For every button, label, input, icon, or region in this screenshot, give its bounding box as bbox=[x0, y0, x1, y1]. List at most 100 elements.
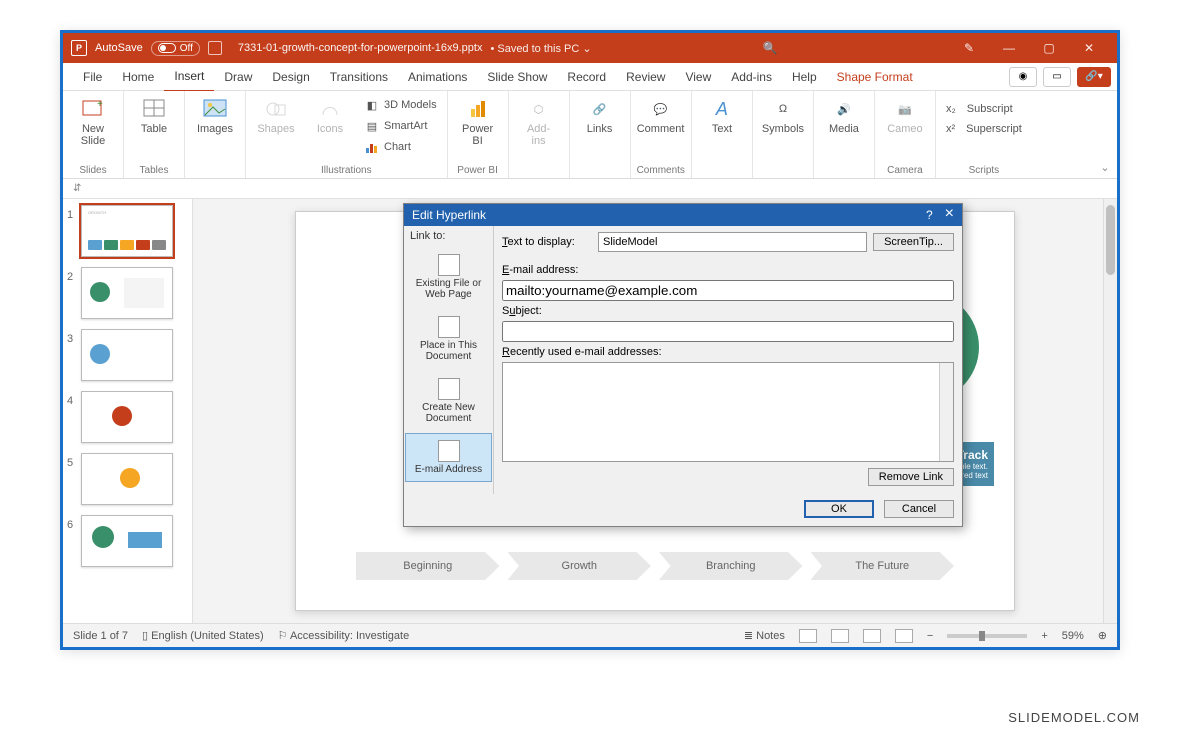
text-button[interactable]: A Text bbox=[698, 95, 746, 135]
record-button[interactable]: ◉ bbox=[1009, 67, 1037, 87]
maximize-button[interactable]: ▢ bbox=[1029, 41, 1069, 55]
ok-button[interactable]: OK bbox=[804, 500, 874, 518]
workspace: 1GROWTH 2 3 4 5 6 Track ample text. esir… bbox=[63, 199, 1117, 623]
minimize-button[interactable]: — bbox=[989, 41, 1029, 55]
thumb-3[interactable] bbox=[81, 329, 173, 381]
accessibility-status[interactable]: ⚐ Accessibility: Investigate bbox=[278, 629, 410, 642]
share-button[interactable]: 🔗▾ bbox=[1077, 67, 1111, 87]
symbols-button[interactable]: Ω Symbols bbox=[759, 95, 807, 135]
linkto-email[interactable]: E-mail Address bbox=[405, 433, 492, 482]
screentip-button[interactable]: ScreenTip... bbox=[873, 233, 954, 251]
zoom-out-button[interactable]: − bbox=[927, 630, 933, 642]
text-to-display-input[interactable] bbox=[598, 232, 867, 252]
recent-emails-listbox[interactable] bbox=[502, 362, 954, 462]
group-label-comments: Comments bbox=[637, 163, 685, 176]
dialog-help-button[interactable]: ? bbox=[926, 208, 933, 222]
tab-addins[interactable]: Add-ins bbox=[721, 63, 782, 91]
shapes-button[interactable]: Shapes bbox=[252, 95, 300, 135]
notes-button[interactable]: ≣ Notes bbox=[744, 629, 785, 642]
listbox-scrollbar[interactable] bbox=[939, 363, 953, 461]
autosave-toggle[interactable]: Off bbox=[151, 41, 200, 56]
addins-icon: ⬡ bbox=[527, 97, 551, 121]
thumb-1[interactable]: GROWTH bbox=[81, 205, 173, 257]
tab-transitions[interactable]: Transitions bbox=[320, 63, 398, 91]
tab-review[interactable]: Review bbox=[616, 63, 675, 91]
tab-slideshow[interactable]: Slide Show bbox=[477, 63, 557, 91]
3d-models-button[interactable]: ◧3D Models bbox=[360, 95, 441, 115]
app-window: P AutoSave Off 7331-01-growth-concept-fo… bbox=[60, 30, 1120, 650]
zoom-slider[interactable] bbox=[947, 634, 1027, 638]
save-icon[interactable] bbox=[208, 41, 222, 55]
present-button[interactable]: ▭ bbox=[1043, 67, 1071, 87]
tab-design[interactable]: Design bbox=[262, 63, 319, 91]
linkto-existing-file[interactable]: Existing File or Web Page bbox=[405, 247, 492, 307]
tab-insert[interactable]: Insert bbox=[164, 62, 214, 92]
dialog-titlebar[interactable]: Edit Hyperlink ? × bbox=[404, 204, 962, 226]
saved-status[interactable]: • Saved to this PC ⌄ bbox=[490, 42, 591, 55]
smartart-button[interactable]: ▤SmartArt bbox=[360, 116, 441, 136]
subscript-button[interactable]: x₂ Subscript bbox=[942, 101, 1017, 117]
tab-view[interactable]: View bbox=[675, 63, 721, 91]
tab-home[interactable]: Home bbox=[112, 63, 164, 91]
link-to-label: Link to: bbox=[404, 226, 493, 246]
table-button[interactable]: Table bbox=[130, 95, 178, 135]
powerpoint-icon: P bbox=[71, 40, 87, 56]
slide-thumbnails[interactable]: 1GROWTH 2 3 4 5 6 bbox=[63, 199, 193, 623]
group-label-text bbox=[698, 174, 746, 176]
email-address-input[interactable] bbox=[502, 280, 954, 301]
view-normal-button[interactable] bbox=[799, 629, 817, 643]
fit-button[interactable]: ⊕ bbox=[1098, 629, 1107, 642]
thumb-6[interactable] bbox=[81, 515, 173, 567]
view-reading-button[interactable] bbox=[863, 629, 881, 643]
arrow-branching[interactable]: Branching bbox=[659, 552, 803, 580]
tab-animations[interactable]: Animations bbox=[398, 63, 477, 91]
shapes-icon bbox=[264, 97, 288, 121]
media-button[interactable]: 🔊 Media bbox=[820, 95, 868, 135]
dialog-close-button[interactable]: × bbox=[945, 208, 954, 222]
icons-button[interactable]: Icons bbox=[306, 95, 354, 135]
arrow-growth[interactable]: Growth bbox=[508, 552, 652, 580]
pencil-icon[interactable]: ✎ bbox=[949, 41, 989, 55]
smartart-icon: ▤ bbox=[364, 118, 380, 134]
tab-draw[interactable]: Draw bbox=[214, 63, 262, 91]
search-icon[interactable]: 🔍 bbox=[750, 41, 790, 55]
thumb-5[interactable] bbox=[81, 453, 173, 505]
zoom-in-button[interactable]: + bbox=[1041, 630, 1047, 642]
linkto-place-in-doc[interactable]: Place in This Document bbox=[405, 309, 492, 369]
autosave-state: Off bbox=[180, 43, 193, 54]
cancel-button[interactable]: Cancel bbox=[884, 500, 954, 518]
ribbon-collapse-button[interactable]: ⌄ bbox=[1093, 91, 1117, 178]
subject-input[interactable] bbox=[502, 321, 954, 342]
close-button[interactable]: ✕ bbox=[1069, 41, 1109, 55]
qat-more-icon[interactable]: ⇵ bbox=[73, 183, 81, 194]
view-slideshow-button[interactable] bbox=[895, 629, 913, 643]
superscript-button[interactable]: x² Superscript bbox=[942, 121, 1026, 137]
arrow-future[interactable]: The Future bbox=[811, 552, 955, 580]
thumb-2[interactable] bbox=[81, 267, 173, 319]
tab-record[interactable]: Record bbox=[557, 63, 616, 91]
arrow-beginning[interactable]: Beginning bbox=[356, 552, 500, 580]
language-status[interactable]: ▯ English (United States) bbox=[142, 629, 264, 642]
thumb-4[interactable] bbox=[81, 391, 173, 443]
view-sorter-button[interactable] bbox=[831, 629, 849, 643]
canvas-scrollbar[interactable] bbox=[1103, 199, 1117, 623]
slide-counter[interactable]: Slide 1 of 7 bbox=[73, 630, 128, 642]
link-to-column: Link to: Existing File or Web Page Place… bbox=[404, 226, 494, 494]
table-icon bbox=[142, 97, 166, 121]
links-button[interactable]: 🔗 Links bbox=[576, 95, 624, 135]
group-label-media bbox=[820, 174, 868, 176]
powerbi-button[interactable]: Power BI bbox=[454, 95, 502, 147]
tab-shape-format[interactable]: Shape Format bbox=[827, 63, 923, 91]
cameo-button[interactable]: 📷 Cameo bbox=[881, 95, 929, 135]
new-slide-button[interactable]: + New Slide bbox=[69, 95, 117, 147]
comment-button[interactable]: 💬 Comment bbox=[637, 95, 685, 135]
addins-button[interactable]: ⬡ Add- ins bbox=[515, 95, 563, 147]
zoom-percent[interactable]: 59% bbox=[1062, 630, 1084, 642]
linkto-create-new[interactable]: Create New Document bbox=[405, 371, 492, 431]
tab-help[interactable]: Help bbox=[782, 63, 827, 91]
chart-button[interactable]: Chart bbox=[360, 137, 441, 157]
symbols-icon: Ω bbox=[771, 97, 795, 121]
tab-file[interactable]: File bbox=[73, 63, 112, 91]
images-button[interactable]: Images bbox=[191, 95, 239, 135]
remove-link-button[interactable]: Remove Link bbox=[868, 468, 954, 486]
